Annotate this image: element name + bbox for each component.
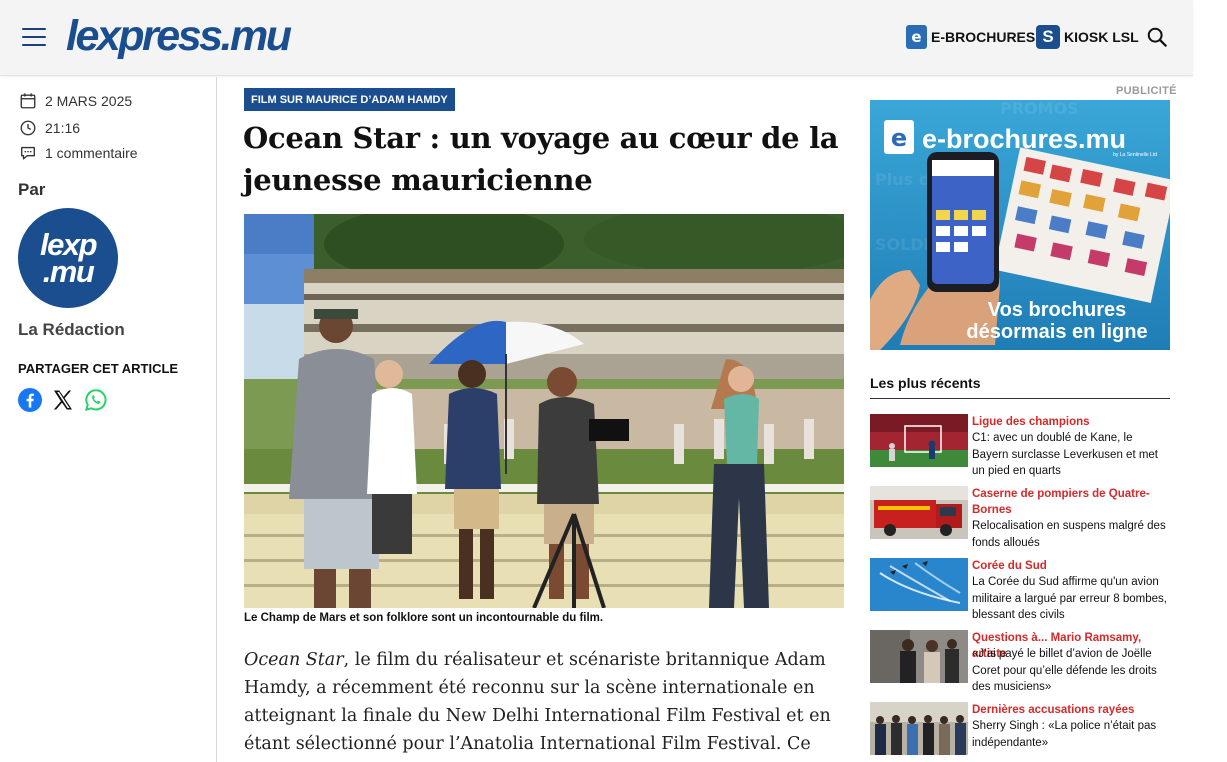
recent-article[interactable]: Caserne de pompiers de Quatre-Bornes Rel… <box>870 486 1175 549</box>
article-body: Ocean Star, le film du réalisateur et sc… <box>244 646 844 758</box>
facebook-share-button[interactable] <box>18 388 42 412</box>
ebrochures-icon: e <box>906 25 927 49</box>
recent-category: Corée du Sud <box>972 560 1047 572</box>
publish-time: 21:16 <box>19 119 80 137</box>
image-caption: Le Champ de Mars et son folklore sont un… <box>244 612 604 624</box>
recent-article[interactable]: Questions à... Mario Ramsamy, artiste «J… <box>870 630 1175 693</box>
avatar-line-2: .mu <box>42 254 95 289</box>
svg-text:PROMOS: PROMOS <box>1000 100 1079 118</box>
recent-thumbnail <box>870 486 968 539</box>
ad-label: PUBLICITÉ <box>1116 85 1177 97</box>
recent-headline: C1: avec un doublé de Kane, le Bayern su… <box>972 432 1159 477</box>
kiosk-label: KIOSK LSL <box>1064 29 1139 45</box>
ad-brand: e-brochures.mu <box>922 124 1126 154</box>
ad-artwork: PROMOSPlus de choix ANNIVERSASOLDES VALA… <box>870 100 1170 350</box>
recent-category: Ligue des champions <box>972 416 1090 428</box>
film-name: Ocean Star <box>244 650 344 670</box>
film-set-photo <box>244 214 844 608</box>
site-logo[interactable]: lexpress.mu <box>66 10 292 62</box>
kiosk-link[interactable]: S KIOSK LSL <box>1036 24 1139 50</box>
ad-tagline-1: Vos brochures <box>988 299 1127 321</box>
share-title: PARTAGER CET ARTICLE <box>18 361 179 376</box>
ad-tagline-2: désormais en ligne <box>966 321 1147 343</box>
football-photo <box>870 414 968 467</box>
x-icon <box>53 390 72 410</box>
recent-headline: La Corée du Sud affirme qu'un avion mili… <box>972 576 1167 621</box>
time-text: 21:16 <box>45 120 81 136</box>
fire-truck-photo <box>870 486 968 539</box>
author-name[interactable]: La Rédaction <box>18 320 125 340</box>
recent-headline: Sherry Singh : «La police n’était pas in… <box>972 720 1157 749</box>
svg-text:e: e <box>891 124 907 152</box>
recent-articles-title: Les plus récents <box>870 375 1170 399</box>
recent-thumbnail <box>870 630 968 683</box>
article-meta-sidebar: 2 MARS 2025 21:16 1 commentaire Par lexp… <box>0 77 217 762</box>
ebrochures-label: E-BROCHURES <box>931 29 1036 45</box>
recent-article[interactable]: Ligue des champions C1: avec un doublé d… <box>870 414 1175 477</box>
recent-thumbnail <box>870 558 968 611</box>
publish-date: 2 MARS 2025 <box>19 92 132 110</box>
by-label: Par <box>18 180 46 199</box>
recent-category: Caserne de pompiers de Quatre-Bornes <box>972 488 1150 516</box>
jets-photo <box>870 558 968 611</box>
recent-headline: «J’ai payé le billet d’avion de Joëlle C… <box>972 648 1157 693</box>
recent-thumbnail <box>870 702 968 755</box>
whatsapp-share-button[interactable] <box>84 388 108 412</box>
whatsapp-icon <box>84 389 107 412</box>
musicians-photo <box>870 630 968 683</box>
kiosk-icon: S <box>1036 25 1060 49</box>
x-share-button[interactable] <box>51 388 75 412</box>
facebook-icon <box>18 388 42 412</box>
search-icon[interactable] <box>1146 26 1168 48</box>
author-avatar[interactable]: lexp .mu <box>18 208 118 308</box>
ebrochures-link[interactable]: e E-BROCHURES <box>906 24 1035 50</box>
menu-icon[interactable] <box>22 27 46 47</box>
recent-category: Dernières accusations rayées <box>972 704 1135 716</box>
comment-icon <box>21 146 35 160</box>
recent-thumbnail <box>870 414 968 467</box>
article-title: Ocean Star : un voyage au cœur de la jeu… <box>243 121 839 197</box>
date-text: 2 MARS 2025 <box>45 93 133 109</box>
share-buttons <box>18 388 108 412</box>
group-photo <box>870 702 968 755</box>
site-header: lexpress.mu e E-BROCHURES S KIOSK LSL <box>0 0 1193 76</box>
article-hero-image <box>244 214 844 608</box>
clock-icon <box>20 120 36 136</box>
recent-article[interactable]: Dernières accusations rayées Sherry Sing… <box>870 702 1175 758</box>
ad-brand-sub: by La Sentinelle Ltd <box>1113 152 1157 158</box>
comments-link[interactable]: 1 commentaire <box>19 144 138 162</box>
calendar-icon <box>20 93 36 109</box>
ebrochures-advertisement[interactable]: PROMOSPlus de choix ANNIVERSASOLDES VALA… <box>870 100 1170 350</box>
article-kicker[interactable]: FILM SUR MAURICE D’ADAM HAMDY <box>244 88 455 111</box>
recent-article[interactable]: Corée du Sud La Corée du Sud affirme qu'… <box>870 558 1175 621</box>
comments-text: 1 commentaire <box>45 145 138 161</box>
recent-headline: Relocalisation en suspens malgré des fon… <box>972 520 1166 549</box>
